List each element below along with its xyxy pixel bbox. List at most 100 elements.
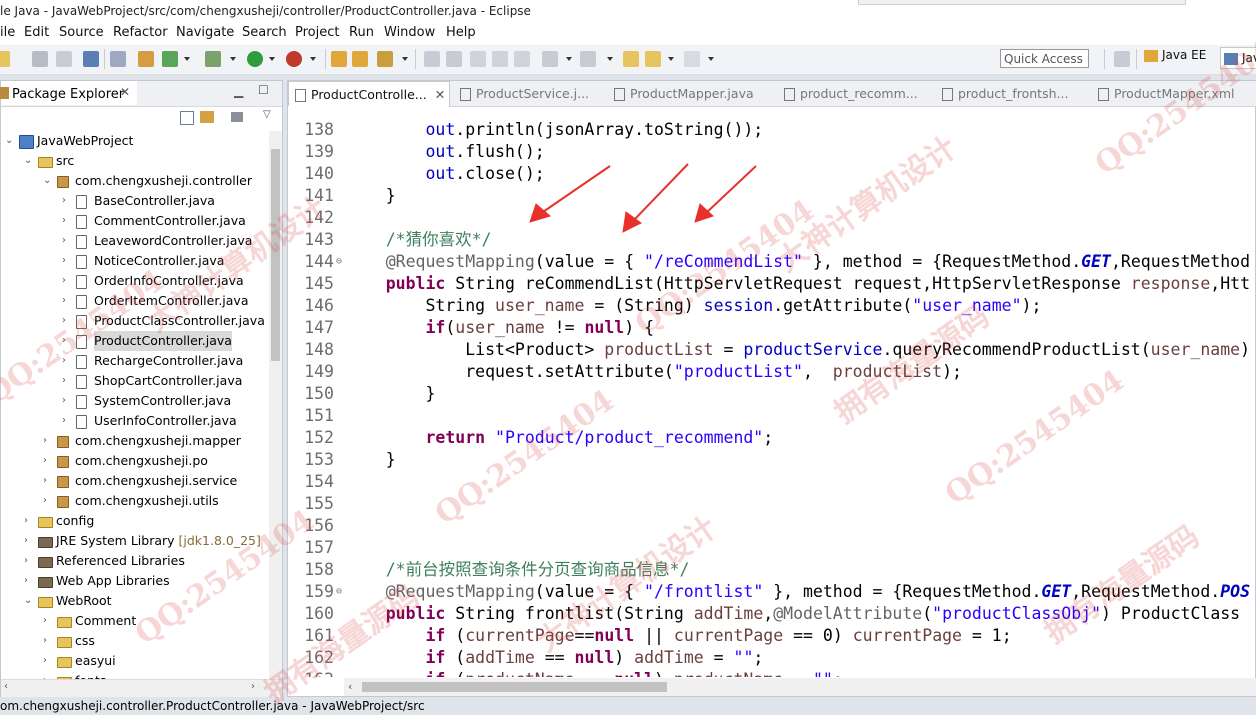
close-icon[interactable]: ✕	[120, 85, 130, 99]
view-menu-icon[interactable]: ▽	[263, 109, 271, 120]
word-wrap-icon[interactable]	[514, 51, 530, 67]
chevron-right-icon[interactable]: ›	[62, 371, 72, 391]
chevron-right-icon[interactable]: ›	[43, 611, 53, 631]
chevron-right-icon[interactable]: ›	[62, 251, 72, 271]
package-explorer-tab[interactable]: Package Explorer ✕	[0, 81, 137, 105]
tab-product-mapper-xml[interactable]: ProductMapper.xml	[1092, 81, 1252, 106]
menu-project[interactable]: Project	[295, 25, 339, 40]
focus-icon[interactable]	[231, 112, 243, 122]
tree-item[interactable]: › com.chengxusheji.po	[1, 451, 269, 471]
package-explorer-vscrollbar[interactable]	[269, 131, 282, 679]
chevron-right-icon[interactable]: ›	[24, 571, 34, 591]
maximize-icon[interactable]: ☐	[258, 83, 269, 97]
chevron-right-icon[interactable]: ›	[62, 331, 72, 351]
tree-item[interactable]: › ShopCartController.java	[1, 371, 269, 391]
chevron-down-icon[interactable]	[708, 57, 714, 61]
tree-item[interactable]: › fonts	[1, 671, 269, 679]
tree-item[interactable]: › com.chengxusheji.utils	[1, 491, 269, 511]
tree-item[interactable]: › ProductClassController.java	[1, 311, 269, 331]
code-line[interactable]: 152 return "Product/product_recommend";	[288, 427, 1256, 449]
fold-icon[interactable]: ⊖	[336, 251, 342, 273]
chevron-right-icon[interactable]: ›	[62, 311, 72, 331]
code-line[interactable]: 157	[288, 537, 1256, 559]
forward-icon[interactable]	[684, 51, 700, 67]
code-line[interactable]: 150 }	[288, 383, 1256, 405]
chevron-down-icon[interactable]: ⌄	[43, 171, 53, 191]
chevron-right-icon[interactable]: ›	[43, 491, 53, 511]
tree-item[interactable]: ⌄ WebRoot	[1, 591, 269, 611]
fold-icon[interactable]: ⊖	[336, 581, 342, 603]
back-icon[interactable]	[645, 51, 661, 67]
new-icon[interactable]	[0, 51, 10, 67]
pin-icon[interactable]	[424, 51, 440, 67]
chevron-down-icon[interactable]	[230, 57, 236, 61]
scroll-left-icon[interactable]: ‹	[4, 681, 8, 692]
chevron-right-icon[interactable]: ›	[43, 651, 53, 671]
save-icon[interactable]	[32, 51, 48, 67]
code-line[interactable]: 155	[288, 493, 1256, 515]
code-line[interactable]: 144 ⊖ @RequestMapping(value = { "/reComme…	[288, 251, 1256, 273]
code-line[interactable]: 151	[288, 405, 1256, 427]
refresh-icon[interactable]	[162, 51, 178, 67]
minimize-icon[interactable]: ▁	[234, 84, 243, 98]
next-annotation-icon[interactable]	[542, 51, 558, 67]
open-type-icon[interactable]	[331, 51, 347, 67]
code-line[interactable]: 156	[288, 515, 1256, 537]
tree-item[interactable]: › JRE System Library [jdk1.8.0_25]	[1, 531, 269, 551]
code-line[interactable]: 147 if(user_name != null) {	[288, 317, 1256, 339]
link-with-editor-icon[interactable]	[200, 111, 214, 123]
open-resource-icon[interactable]	[352, 51, 368, 67]
open-perspective-icon[interactable]	[1114, 51, 1130, 67]
scroll-left-icon[interactable]: ‹	[348, 680, 352, 693]
tree-item[interactable]: › BaseController.java	[1, 191, 269, 211]
chevron-right-icon[interactable]: ›	[43, 631, 53, 651]
mark-occurrences-icon[interactable]	[446, 51, 462, 67]
save-all-icon[interactable]	[56, 51, 72, 67]
pen-icon[interactable]	[377, 51, 393, 67]
perspective-java[interactable]: Jav	[1220, 47, 1256, 69]
chevron-right-icon[interactable]: ›	[62, 411, 72, 431]
quick-access-field[interactable]: Quick Access	[1000, 49, 1089, 68]
tree-item[interactable]: ⌄ JavaWebProject	[1, 131, 269, 151]
tab-product-controller[interactable]: ProductControlle... ✕	[288, 81, 450, 107]
tree-item[interactable]: › SystemController.java	[1, 391, 269, 411]
tree-item[interactable]: › OrderInfoController.java	[1, 271, 269, 291]
tree-item[interactable]: › ProductController.java	[1, 331, 269, 351]
tree-item[interactable]: › LeavewordController.java	[1, 231, 269, 251]
chevron-down-icon[interactable]	[566, 57, 572, 61]
chevron-right-icon[interactable]: ›	[62, 391, 72, 411]
tree-item[interactable]: › CommentController.java	[1, 211, 269, 231]
run-icon[interactable]	[247, 51, 263, 67]
tree-item[interactable]: › easyui	[1, 651, 269, 671]
scroll-thumb[interactable]	[362, 682, 667, 692]
chevron-down-icon[interactable]: ⌄	[5, 131, 15, 151]
chevron-right-icon[interactable]: ›	[62, 271, 72, 291]
tree-item[interactable]: › NoticeController.java	[1, 251, 269, 271]
tree-item[interactable]: › RechargeController.java	[1, 351, 269, 371]
menu-refactor[interactable]: Refactor	[113, 25, 168, 40]
code-line[interactable]: 146 String user_name = (String) session.…	[288, 295, 1256, 317]
chevron-right-icon[interactable]: ›	[62, 211, 72, 231]
close-icon[interactable]: ✕	[435, 87, 445, 102]
console-icon[interactable]	[83, 51, 99, 67]
chevron-down-icon[interactable]	[607, 57, 613, 61]
code-line[interactable]: 149 request.setAttribute("productList", …	[288, 361, 1256, 383]
chevron-right-icon[interactable]: ›	[24, 511, 34, 531]
skip-breakpoints-icon[interactable]	[110, 51, 126, 67]
tree-item[interactable]: › config	[1, 511, 269, 531]
server-icon[interactable]	[138, 51, 154, 67]
last-edit-icon[interactable]	[623, 51, 639, 67]
tree-item[interactable]: › css	[1, 631, 269, 651]
chevron-down-icon[interactable]: ⌄	[24, 591, 34, 611]
external-tools-icon[interactable]	[286, 51, 302, 67]
chevron-down-icon[interactable]	[402, 57, 408, 61]
code-line[interactable]: 162 if (addTime == null) addTime = "";	[288, 647, 1256, 669]
menu-file[interactable]: ile	[0, 25, 15, 40]
chevron-down-icon[interactable]	[668, 57, 674, 61]
code-line[interactable]: 160 public String frontlist(String addTi…	[288, 603, 1256, 625]
tab-product-recommend[interactable]: product_recomm...	[778, 81, 920, 106]
scroll-thumb[interactable]	[271, 149, 280, 361]
code-line[interactable]: 161 if (currentPage==null || currentPage…	[288, 625, 1256, 647]
chevron-right-icon[interactable]: ›	[24, 551, 34, 571]
code-line[interactable]: 153 }	[288, 449, 1256, 471]
